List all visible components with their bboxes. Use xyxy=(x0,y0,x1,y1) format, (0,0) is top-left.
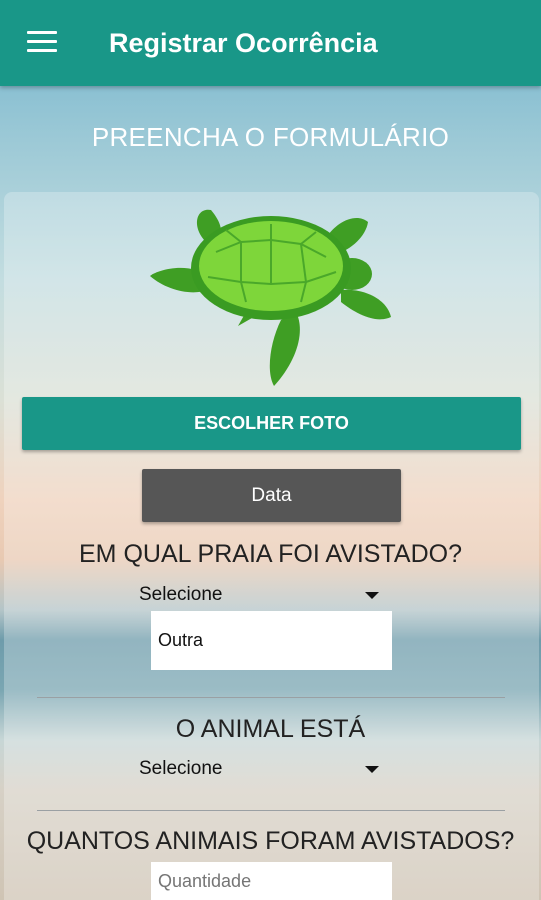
beach-question: EM QUAL PRAIA FOI AVISTADO? xyxy=(79,540,462,568)
beach-select-value: Selecione xyxy=(139,584,223,605)
animal-status-question: O ANIMAL ESTÁ xyxy=(175,715,366,743)
sea-turtle-image xyxy=(150,209,391,386)
animal-status-select-value: Selecione xyxy=(139,758,223,779)
divider xyxy=(37,697,505,698)
divider xyxy=(37,810,505,811)
app-bar: Registrar Ocorrência xyxy=(0,0,541,86)
date-button[interactable]: Data xyxy=(142,469,401,522)
dropdown-arrow-icon xyxy=(365,766,379,773)
animal-status-select[interactable]: Selecione xyxy=(139,754,379,784)
beach-other-field[interactable]: Outra xyxy=(151,611,392,670)
form-heading: PREENCHA O FORMULÁRIO xyxy=(91,122,450,152)
beach-select[interactable]: Selecione xyxy=(139,580,379,610)
quantity-input[interactable] xyxy=(151,862,392,900)
app-title: Registrar Ocorrência xyxy=(109,28,378,58)
quantity-question: QUANTOS ANIMAIS FORAM AVISTADOS? xyxy=(26,827,515,855)
dropdown-arrow-icon xyxy=(365,592,379,599)
choose-photo-button[interactable]: ESCOLHER FOTO xyxy=(22,397,521,450)
hamburger-menu-icon[interactable] xyxy=(27,31,57,55)
